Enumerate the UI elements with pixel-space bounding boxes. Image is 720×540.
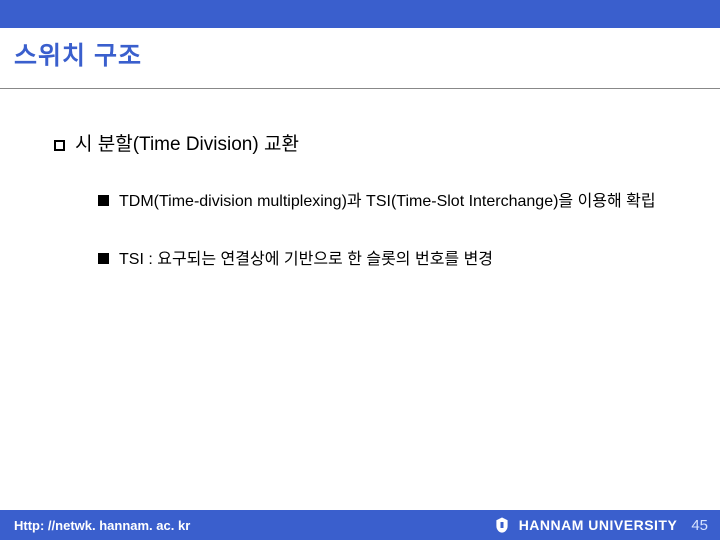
top-bar <box>0 0 720 28</box>
sub-bullet-1: TDM(Time-division multiplexing)과 TSI(Tim… <box>98 190 690 214</box>
sub-bullet-2-text: TSI : 요구되는 연결상에 기반으로 한 슬롯의 번호를 변경 <box>119 248 493 272</box>
main-heading-row: 시 분할(Time Division) 교환 <box>54 129 690 156</box>
sub-bullet-2: TSI : 요구되는 연결상에 기반으로 한 슬롯의 번호를 변경 <box>98 248 690 272</box>
main-heading-text: 시 분할(Time Division) 교환 <box>75 134 299 155</box>
university-crest-icon <box>493 516 511 534</box>
footer-bar: Http: //netwk. hannam. ac. kr HANNAM UNI… <box>0 510 720 540</box>
footer-right: HANNAM UNIVERSITY 45 <box>493 516 708 534</box>
sub-bullets: TDM(Time-division multiplexing)과 TSI(Tim… <box>54 156 690 272</box>
filled-square-bullet-icon <box>98 195 109 206</box>
content-area: 시 분할(Time Division) 교환 TDM(Time-division… <box>0 89 720 272</box>
title-wrap: 스위치 구조 <box>0 28 720 89</box>
slide: 스위치 구조 시 분할(Time Division) 교환 TDM(Time-d… <box>0 0 720 540</box>
sub-bullet-1-text: TDM(Time-division multiplexing)과 TSI(Tim… <box>119 190 656 214</box>
footer-page-number: 45 <box>691 517 708 534</box>
slide-title: 스위치 구조 <box>14 36 720 72</box>
footer-university: HANNAM UNIVERSITY <box>519 517 678 533</box>
filled-square-bullet-icon <box>98 253 109 264</box>
hollow-square-bullet-icon <box>54 140 65 151</box>
footer-url: Http: //netwk. hannam. ac. kr <box>14 518 190 533</box>
